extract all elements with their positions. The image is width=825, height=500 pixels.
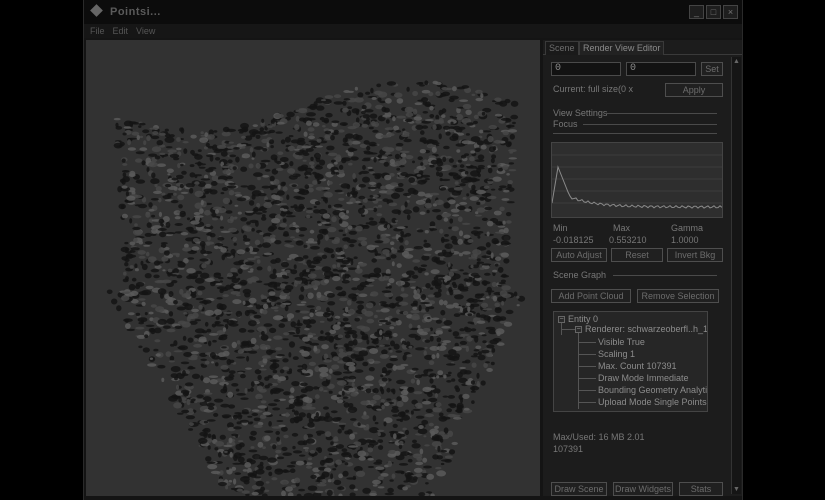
- menu-edit[interactable]: Edit: [113, 26, 129, 36]
- render-viewport[interactable]: [86, 40, 540, 496]
- tree-connector: [578, 366, 596, 367]
- height-input[interactable]: 0: [626, 62, 696, 76]
- scene-graph-divider: [613, 275, 717, 276]
- tree-connector: [578, 333, 579, 409]
- add-point-cloud-button[interactable]: Add Point Cloud: [551, 289, 631, 303]
- auto-adjust-button[interactable]: Auto Adjust: [551, 248, 607, 262]
- min-value: -0.018125: [553, 235, 594, 245]
- scroll-down-icon[interactable]: ▼: [732, 485, 741, 494]
- point-cloud-render: [106, 80, 526, 496]
- range-slider[interactable]: [553, 133, 717, 134]
- tree-item-property[interactable]: Visible True: [598, 337, 645, 347]
- scroll-up-icon[interactable]: ▲: [732, 57, 741, 66]
- remove-selection-button[interactable]: Remove Selection: [637, 289, 719, 303]
- scene-graph-header: Scene Graph: [553, 270, 607, 280]
- panel-scrollbar[interactable]: ▲ ▼: [731, 57, 741, 494]
- view-settings-label: View Settings: [553, 108, 608, 118]
- menu-bar: File Edit View: [84, 24, 742, 38]
- current-size-label: Current: full size(0 x: [553, 84, 634, 94]
- tree-item-renderer[interactable]: Renderer: schwarzeoberfl..h_19: [585, 324, 707, 334]
- tree-item-property[interactable]: Bounding Geometry Analytic: [598, 385, 707, 395]
- expand-entity-icon[interactable]: −: [558, 316, 565, 323]
- point-cloud-points: [106, 80, 526, 496]
- focus-label: Focus: [553, 119, 578, 129]
- tree-item-property[interactable]: Max. Count 107391: [598, 361, 677, 371]
- scene-tree[interactable]: − Entity 0 − Renderer: schwarzeoberfl..h…: [553, 311, 708, 412]
- set-size-button[interactable]: Set: [701, 62, 723, 76]
- expand-renderer-icon[interactable]: −: [575, 326, 582, 333]
- memory-label: Max/Used: 16 MB 2.01: [553, 432, 645, 442]
- histogram[interactable]: [551, 142, 723, 218]
- maximize-button[interactable]: □: [706, 5, 721, 19]
- min-label: Min: [553, 223, 568, 233]
- tree-item-property[interactable]: Upload Mode Single Points: [598, 397, 707, 407]
- max-label: Max: [613, 223, 631, 233]
- view-settings-divider: [605, 113, 717, 114]
- draw-scene-button[interactable]: Draw Scene: [551, 482, 607, 496]
- tree-connector: [578, 342, 596, 343]
- main-window: Pointsi... _ □ × File Edit View Scene Re…: [83, 0, 743, 500]
- max-value: 0.553210: [609, 235, 647, 245]
- close-button[interactable]: ×: [723, 5, 738, 19]
- gamma-label: Gamma: [671, 223, 704, 233]
- point-count-label: 107391: [553, 444, 584, 454]
- menu-view[interactable]: View: [136, 26, 155, 36]
- gamma-value: 1.0000: [671, 235, 699, 245]
- histogram-curve: [551, 165, 723, 209]
- tree-connector: [561, 329, 575, 330]
- tree-connector: [578, 390, 596, 391]
- width-input[interactable]: 0: [551, 62, 621, 76]
- stats-button[interactable]: Stats: [679, 482, 723, 496]
- tree-item-entity[interactable]: Entity 0: [568, 314, 598, 324]
- window-title: Pointsi...: [110, 6, 161, 18]
- draw-widgets-button[interactable]: Draw Widgets: [613, 482, 673, 496]
- tree-item-property[interactable]: Scaling 1: [598, 349, 635, 359]
- histogram-plot: [551, 154, 723, 209]
- invert-bkg-button[interactable]: Invert Bkg: [667, 248, 723, 262]
- apply-size-button[interactable]: Apply: [665, 83, 723, 97]
- focus-slider[interactable]: [583, 124, 717, 125]
- app-icon: [90, 5, 104, 19]
- tree-connector: [578, 378, 596, 379]
- side-panel: Scene Render View Editor ▲ ▼ 0 0 Set Cur…: [543, 40, 742, 496]
- tab-render-view-editor[interactable]: Render View Editor: [579, 41, 665, 55]
- title-bar[interactable]: Pointsi... _ □ ×: [84, 0, 742, 24]
- minimize-button[interactable]: _: [689, 5, 704, 19]
- bottom-tabs: Draw Scene Draw Widgets Stats: [543, 482, 730, 496]
- panel-tabs: Scene Render View Editor: [543, 40, 742, 55]
- menu-file[interactable]: File: [90, 26, 105, 36]
- tree-connector: [578, 402, 596, 403]
- tab-scene[interactable]: Scene: [545, 41, 579, 55]
- tree-connector: [578, 354, 596, 355]
- reset-button[interactable]: Reset: [611, 248, 663, 262]
- tree-item-property[interactable]: Draw Mode Immediate: [598, 373, 689, 383]
